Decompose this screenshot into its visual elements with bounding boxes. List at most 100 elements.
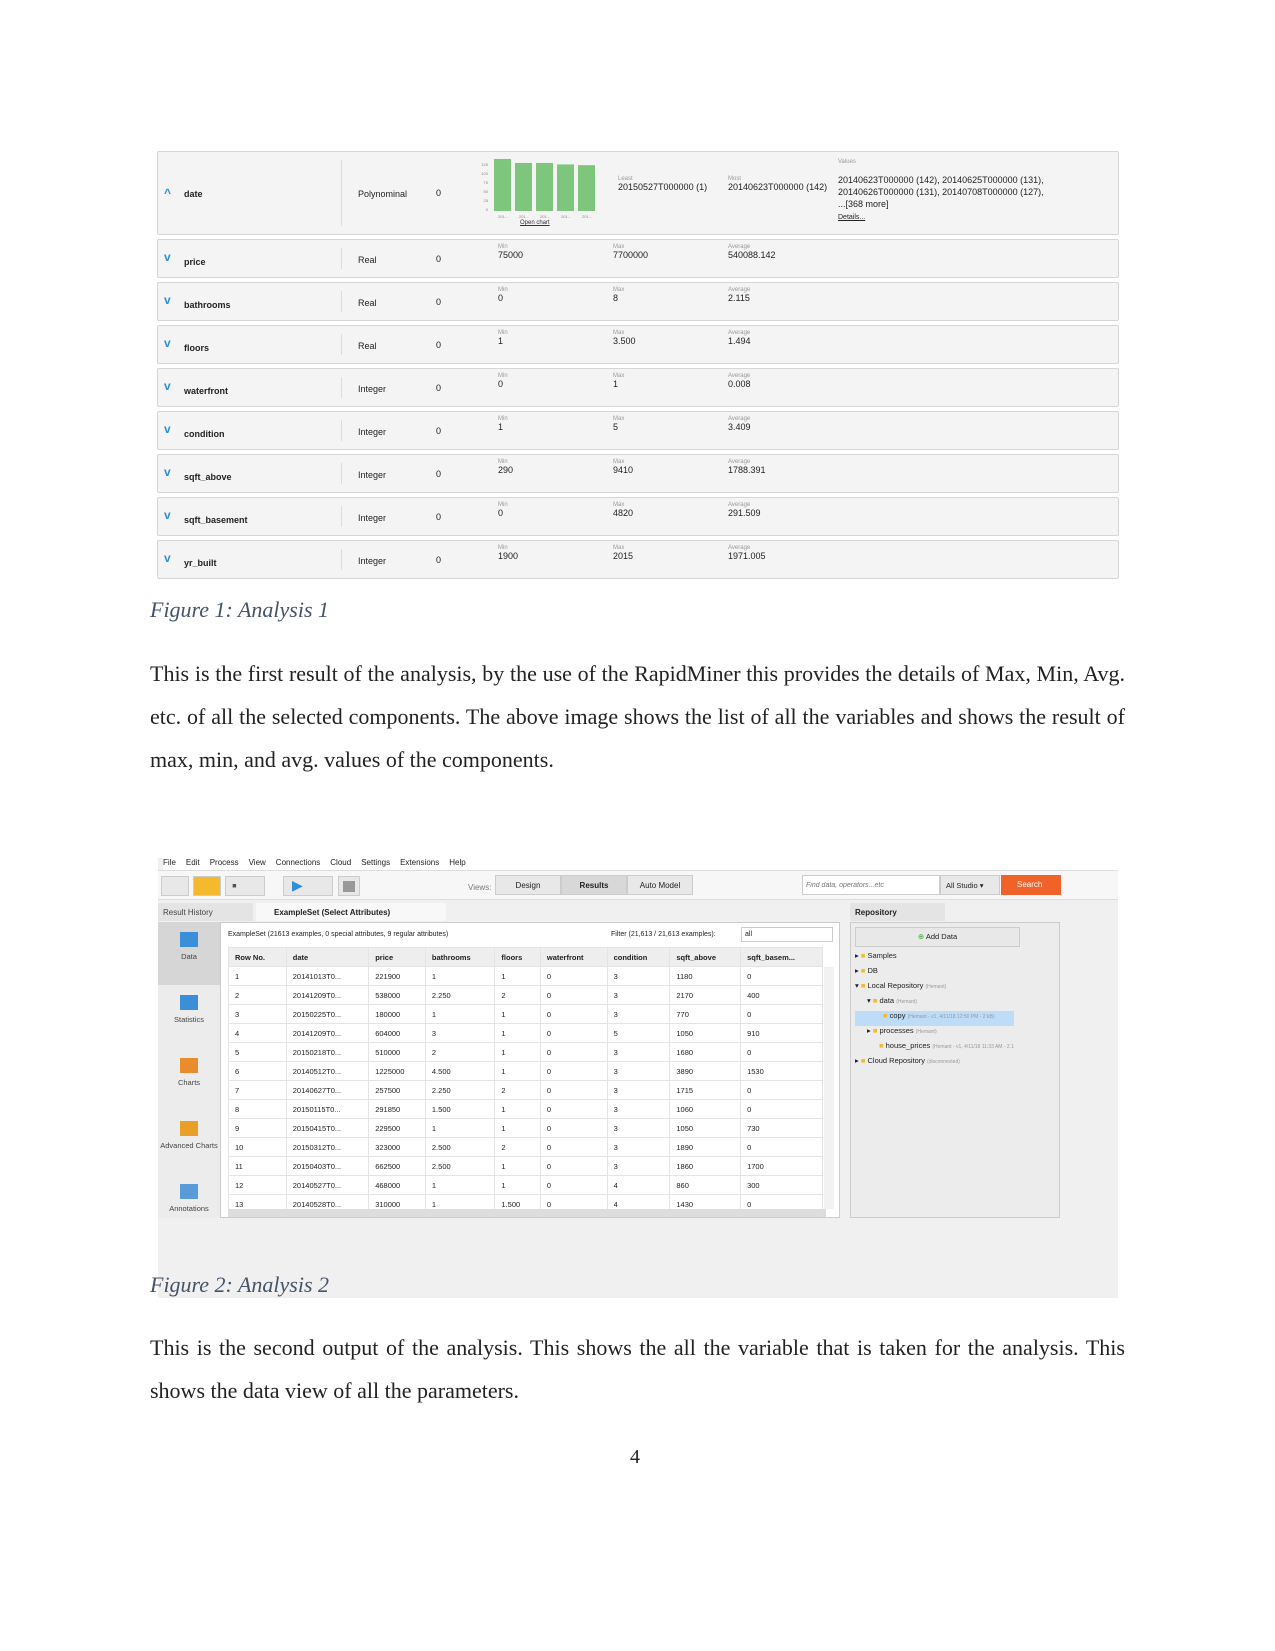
menu-item[interactable]: File — [163, 858, 176, 867]
y-tick-label: 125 — [481, 162, 488, 167]
view-icon — [180, 1121, 198, 1136]
repository-panel: ⊕ Add Data ▸ ■ Samples ▸ ■ DB ▾ ■ Local … — [850, 922, 1060, 1218]
sidebar-item[interactable]: Statistics — [158, 985, 220, 1048]
repository-item[interactable]: ▸ ■ DB — [855, 966, 1014, 981]
chevron-down-icon[interactable]: v — [164, 293, 171, 307]
column-header[interactable]: condition — [606, 947, 671, 967]
sidebar-item[interactable]: Advanced Charts — [158, 1111, 220, 1174]
menu-item[interactable]: Settings — [361, 858, 390, 867]
sidebar-item[interactable]: Annotations — [158, 1174, 220, 1237]
tab-result-history[interactable]: Result History — [158, 903, 253, 921]
table-row[interactable]: 12 20140527T0... 468000 1 1 0 4 860 300 — [228, 1175, 823, 1195]
repository-item[interactable]: ▸ ■ Samples — [855, 951, 1014, 966]
vertical-scrollbar[interactable] — [824, 967, 834, 1209]
table-row[interactable]: 10 20150312T0... 323000 2.500 2 0 3 1890 0 — [228, 1137, 823, 1157]
attribute-row[interactable]: v waterfront Integer 0 Min 0 Max 1 Average… — [157, 368, 1119, 407]
attribute-row[interactable]: v floors Real 0 Min 1 Max 3.500 Average 1.4… — [157, 325, 1119, 364]
repository-item[interactable]: ▾ ■ Local Repository (Hemant) — [855, 981, 1014, 996]
column-header[interactable]: bathrooms — [424, 947, 496, 967]
filter-dropdown[interactable]: all — [741, 927, 833, 942]
chevron-down-icon[interactable]: v — [164, 422, 171, 436]
attribute-row[interactable]: v yr_built Integer 0 Min 1900 Max 2015 Ave… — [157, 540, 1119, 579]
column-header[interactable]: sqft_basem... — [740, 947, 823, 967]
column-header[interactable]: price — [368, 947, 426, 967]
figure-1-attribute-statistics: ^ date Polynominal 0 0 25 50 75 100 125 201...… — [157, 151, 1119, 583]
chevron-down-icon[interactable]: v — [164, 465, 171, 479]
sidebar-item[interactable]: Charts — [158, 1048, 220, 1111]
chevron-down-icon[interactable]: v — [164, 551, 171, 565]
column-header[interactable]: waterfront — [539, 947, 608, 967]
table-row[interactable]: 11 20150403T0... 662500 2.500 1 0 3 1860 1700 — [228, 1156, 823, 1176]
table-row[interactable]: 8 20150115T0... 291850 1.500 1 0 3 1060 0 — [228, 1099, 823, 1119]
data-table: Row No. date price bathrooms floors waterfron… — [228, 947, 823, 1209]
table-row[interactable]: 1 20141013T0... 221900 1 1 0 3 1180 0 — [228, 966, 823, 986]
menu-item[interactable]: Extensions — [400, 858, 439, 867]
x-tick-label: 201... — [582, 214, 592, 219]
menu-item[interactable]: View — [249, 858, 266, 867]
table-row[interactable]: 2 20141209T0... 538000 2.250 2 0 3 2170 400 — [228, 985, 823, 1005]
table-row[interactable]: 7 20140627T0... 257500 2.250 2 0 3 1715 0 — [228, 1080, 823, 1100]
search-button[interactable]: Search — [1001, 875, 1061, 895]
table-row[interactable]: 5 20150218T0... 510000 2 1 0 3 1680 0 — [228, 1042, 823, 1062]
table-row[interactable]: 13 20140528T0... 310000 1 1.500 0 4 1430 0 — [228, 1194, 823, 1209]
open-folder-button[interactable] — [193, 876, 221, 896]
table-row[interactable]: 9 20150415T0... 229500 1 1 0 3 1050 730 — [228, 1118, 823, 1138]
chevron-down-icon[interactable]: v — [164, 250, 171, 264]
view-tab[interactable]: Auto Model — [627, 875, 693, 895]
date-histogram: 0 25 50 75 100 125 201... 201... 201... 201... 201… — [481, 158, 595, 219]
open-chart-link[interactable]: Open chart — [520, 220, 550, 226]
menu-item[interactable]: Connections — [276, 858, 320, 867]
folder-icon: ■ — [860, 966, 866, 975]
attribute-row[interactable]: v sqft_basement Integer 0 Min 0 Max 4820 A… — [157, 497, 1119, 536]
column-header[interactable]: sqft_above — [669, 947, 742, 967]
attribute-row-date[interactable]: ^ date Polynominal 0 0 25 50 75 100 125 201...… — [157, 151, 1119, 235]
repository-item[interactable]: ▸ ■ processes (Hemant) — [855, 1026, 1014, 1041]
new-process-button[interactable] — [161, 876, 189, 896]
chevron-up-icon[interactable]: ^ — [164, 186, 171, 200]
run-button[interactable]: ▶ — [283, 876, 333, 896]
attribute-row[interactable]: v price Real 0 Min 75000 Max 7700000 Avera… — [157, 239, 1119, 278]
x-tick-label: 201... — [540, 214, 550, 219]
x-tick-label: 201... — [498, 214, 508, 219]
chevron-down-icon[interactable]: v — [164, 336, 171, 350]
table-row[interactable]: 6 20140512T0... 1225000 4.500 1 0 3 3890 1530 — [228, 1061, 823, 1081]
repository-item[interactable]: ■ copy (Hemant - v1, 4/11/18 12:50 PM - … — [855, 1011, 1014, 1026]
column-header[interactable]: Row No. — [228, 947, 287, 967]
folder-icon: ■ — [872, 996, 878, 1005]
stop-button[interactable] — [338, 876, 360, 896]
tab-exampleset[interactable]: ExampleSet (Select Attributes) — [256, 903, 446, 921]
menu-bar: File Edit Process View Connections Cloud Setti… — [163, 858, 1123, 870]
repository-item[interactable]: ■ house_prices (Hemant - v1, 4/11/18 11:… — [855, 1041, 1014, 1056]
view-icon — [180, 995, 198, 1010]
menu-item[interactable]: Cloud — [330, 858, 351, 867]
repository-item[interactable]: ▾ ■ data (Hemant) — [855, 996, 1014, 1011]
figure-2-caption: Figure 2: Analysis 2 — [150, 1272, 330, 1297]
attribute-row[interactable]: v condition Integer 0 Min 1 Max 5 Average 3… — [157, 411, 1119, 450]
figure-2-rapidminer-window: File Edit Process View Connections Cloud Setti… — [158, 858, 1123, 1298]
column-header[interactable]: floors — [494, 947, 541, 967]
y-tick-label: 75 — [484, 180, 489, 185]
view-tab[interactable]: Design — [495, 875, 561, 895]
table-row[interactable]: 4 20141209T0... 604000 3 1 0 5 1050 910 — [228, 1023, 823, 1043]
chevron-down-icon[interactable]: v — [164, 508, 171, 522]
menu-item[interactable]: Edit — [186, 858, 200, 867]
repository-item[interactable]: ▸ ■ Cloud Repository (disconnected) — [855, 1056, 1014, 1071]
y-tick-label: 50 — [484, 189, 489, 194]
details-link[interactable]: Details... — [838, 214, 865, 221]
page-number: 4 — [630, 1446, 640, 1468]
save-button[interactable]: ▪ — [225, 876, 265, 896]
column-header[interactable]: date — [285, 947, 370, 967]
studio-dropdown[interactable]: All Studio ▾ — [940, 875, 1000, 895]
tab-repository[interactable]: Repository — [850, 903, 945, 921]
sidebar-item[interactable]: Data — [158, 922, 220, 985]
horizontal-scrollbar[interactable] — [228, 1209, 826, 1217]
add-data-button[interactable]: ⊕ Add Data — [855, 927, 1020, 947]
attribute-row[interactable]: v bathrooms Real 0 Min 0 Max 8 Average 2.11… — [157, 282, 1119, 321]
view-tab[interactable]: Results — [561, 875, 627, 895]
menu-item[interactable]: Help — [449, 858, 465, 867]
search-input[interactable] — [802, 875, 940, 895]
attribute-row[interactable]: v sqft_above Integer 0 Min 290 Max 9410 Av… — [157, 454, 1119, 493]
chevron-down-icon[interactable]: v — [164, 379, 171, 393]
table-row[interactable]: 3 20150225T0... 180000 1 1 0 3 770 0 — [228, 1004, 823, 1024]
menu-item[interactable]: Process — [210, 858, 239, 867]
